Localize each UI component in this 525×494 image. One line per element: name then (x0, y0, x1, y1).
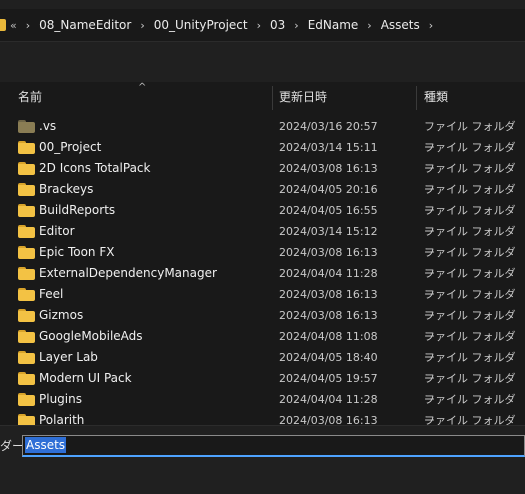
selected-text[interactable]: Assets (25, 437, 67, 453)
list-item[interactable]: Feel 2024/03/08 16:13 ファイル フォルダー (0, 284, 525, 322)
folder-icon (18, 225, 35, 238)
file-name: 00_Project (39, 140, 102, 154)
file-name: ExternalDependencyManager (39, 266, 217, 280)
folder-icon (18, 330, 35, 343)
list-item[interactable]: Epic Toon FX 2024/03/08 16:13 ファイル フォルダー (0, 242, 525, 280)
list-item[interactable]: Plugins 2024/04/04 11:28 ファイル フォルダー (0, 389, 525, 427)
column-date[interactable]: 更新日時 (279, 82, 327, 112)
sort-ascending-icon: ^ (138, 82, 147, 93)
folder-icon (18, 204, 35, 217)
list-item[interactable]: 2D Icons TotalPack 2024/03/08 16:13 ファイル… (0, 158, 525, 196)
chevron-right-icon[interactable]: › (140, 19, 144, 32)
breadcrumb-0[interactable]: 08_NameEditor (39, 18, 131, 32)
chevron-right-icon[interactable]: › (367, 19, 371, 32)
folder-icon (18, 393, 35, 406)
file-date: 2024/04/05 19:57 (279, 372, 378, 385)
chevron-right-icon[interactable]: › (294, 19, 298, 32)
list-item[interactable]: 00_Project 2024/03/14 15:11 ファイル フォルダー (0, 137, 525, 175)
file-name: Layer Lab (39, 350, 98, 364)
file-name: GoogleMobileAds (39, 329, 143, 343)
folder-icon (18, 183, 35, 196)
file-date: 2024/04/05 16:55 (279, 204, 378, 217)
list-item[interactable]: Editor 2024/03/14 15:12 ファイル フォルダー (0, 221, 525, 259)
file-date: 2024/03/16 20:57 (279, 120, 378, 133)
list-item[interactable]: Gizmos 2024/03/08 16:13 ファイル フォルダー (0, 305, 525, 343)
file-name: Plugins (39, 392, 82, 406)
file-name: Editor (39, 224, 75, 238)
address-bar[interactable]: « › 08_NameEditor › 00_UnityProject › 03… (0, 9, 525, 42)
file-name: 2D Icons TotalPack (39, 161, 151, 175)
file-list: .vs 2024/03/16 20:57 ファイル フォルダー 00_Proje… (0, 116, 525, 448)
chevron-right-icon[interactable]: › (257, 19, 261, 32)
file-name: Modern UI Pack (39, 371, 132, 385)
file-date: 2024/04/05 18:40 (279, 351, 378, 364)
breadcrumb-2[interactable]: 03 (270, 18, 285, 32)
file-date: 2024/03/08 16:13 (279, 309, 378, 322)
file-date: 2024/04/04 11:28 (279, 393, 378, 406)
folder-icon (18, 120, 35, 133)
file-name: Epic Toon FX (39, 245, 115, 259)
file-date: 2024/04/04 11:28 (279, 267, 378, 280)
column-name[interactable]: 名前 (18, 82, 42, 112)
file-date: 2024/03/14 15:12 (279, 225, 378, 238)
file-name: Gizmos (39, 308, 84, 322)
file-date: 2024/03/08 16:13 (279, 288, 378, 301)
toolbar (0, 46, 525, 82)
chevron-right-icon[interactable]: › (429, 19, 433, 32)
file-name: .vs (39, 119, 57, 133)
column-divider[interactable] (272, 86, 273, 110)
breadcrumb-4[interactable]: Assets (381, 18, 420, 32)
list-item[interactable]: ExternalDependencyManager 2024/04/04 11:… (0, 263, 525, 301)
folder-icon (18, 351, 35, 364)
breadcrumb-1[interactable]: 00_UnityProject (154, 18, 248, 32)
folder-icon (18, 309, 35, 322)
folder-icon (18, 288, 35, 301)
folder-icon (18, 372, 35, 385)
folder-icon (0, 19, 6, 31)
list-item[interactable]: .vs 2024/03/16 20:57 ファイル フォルダー (0, 116, 525, 154)
file-name: BuildReports (39, 203, 116, 217)
list-item[interactable]: BuildReports 2024/04/05 16:55 ファイル フォルダー (0, 200, 525, 238)
file-date: 2024/03/14 15:11 (279, 141, 378, 154)
list-item[interactable]: Brackeys 2024/04/05 20:16 ファイル フォルダー (0, 179, 525, 217)
file-name: Feel (39, 287, 64, 301)
column-header: ^ 名前 更新日時 種類 (0, 82, 525, 112)
breadcrumb-3[interactable]: EdName (308, 18, 359, 32)
list-item[interactable]: GoogleMobileAds 2024/04/08 11:08 ファイル フォ… (0, 326, 525, 364)
file-date: 2024/04/05 20:16 (279, 183, 378, 196)
list-item[interactable]: Layer Lab 2024/04/05 18:40 ファイル フォルダー (0, 347, 525, 385)
address-bar-area: « › 08_NameEditor › 00_UnityProject › 03… (0, 0, 525, 46)
folder-icon (18, 141, 35, 154)
list-item[interactable]: Modern UI Pack 2024/04/05 19:57 ファイル フォル… (0, 368, 525, 406)
folder-icon (18, 267, 35, 280)
column-type[interactable]: 種類 (424, 82, 448, 112)
separator-icon: › (25, 18, 31, 32)
folder-name-input[interactable]: Assets (22, 435, 525, 457)
column-divider[interactable] (416, 86, 417, 110)
overflow-chevron-icon[interactable]: « (10, 19, 17, 32)
file-date: 2024/03/08 16:13 (279, 162, 378, 175)
file-date: 2024/03/08 16:13 (279, 246, 378, 259)
file-name: Brackeys (39, 182, 94, 196)
folder-icon (18, 162, 35, 175)
folder-icon (18, 246, 35, 259)
filename-panel: ダー: Assets (0, 425, 525, 494)
file-date: 2024/04/08 11:08 (279, 330, 378, 343)
